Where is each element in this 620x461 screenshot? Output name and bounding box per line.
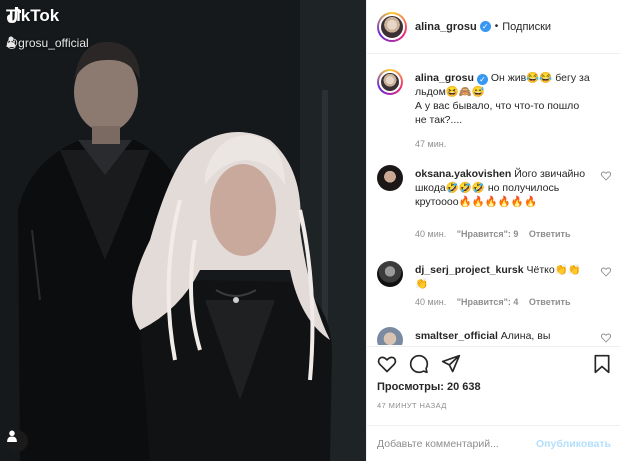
comments-list[interactable]: alina_grosu ✓ Он жив😂😂 бегу за льдом😆🙈😅 А… (367, 55, 620, 345)
video-frame (0, 0, 366, 461)
comment-item: oksana.yakovishen Його звичайно шкода🤣🤣🤣… (377, 165, 613, 245)
post-actions: Просмотры: 20 638 47 МИНУТ НАЗАД (367, 346, 620, 436)
post-media[interactable]: TikTok @grosu_official (0, 0, 366, 461)
avatar[interactable] (377, 11, 407, 42)
comment-username[interactable]: smaltser_official (415, 330, 498, 342)
verified-badge-icon: ✓ (476, 74, 488, 85)
comment-item: smaltser_official Алина, вы (377, 327, 613, 345)
heart-outline-icon[interactable] (601, 171, 611, 181)
following-button[interactable]: Подписки (502, 21, 551, 33)
comment-bubble-icon[interactable] (409, 354, 429, 374)
comment-body: Алина, вы (500, 330, 551, 342)
header-separator: • (494, 21, 499, 32)
post-header: alina_grosu ✓ • Подписки (367, 0, 620, 54)
header-username[interactable]: alina_grosu (415, 21, 477, 33)
caption-text: alina_grosu ✓ Он жив😂😂 бегу за льдом😆🙈😅 А… (415, 71, 591, 127)
comment-meta: 40 мин. "Нравится": 9 Ответить (415, 229, 578, 239)
comment-avatar[interactable] (377, 261, 403, 287)
comment-likes[interactable]: "Нравится": 9 (457, 229, 519, 239)
caption-meta: 47 мин. (415, 139, 454, 149)
comment-item: dj_serj_project_kursk Чётко👏👏👏 40 мин. "… (377, 261, 613, 321)
caption-username[interactable]: alina_grosu (415, 72, 474, 84)
publish-button[interactable]: Опубликовать (536, 438, 611, 450)
verified-badge-icon: ✓ (479, 21, 491, 32)
comment-username[interactable]: dj_serj_project_kursk (415, 264, 524, 276)
comment-time[interactable]: 40 мин. (415, 229, 446, 239)
reply-button[interactable]: Ответить (529, 229, 571, 239)
user-icon (6, 36, 16, 47)
save-bookmark-icon[interactable] (593, 354, 611, 374)
caption: alina_grosu ✓ Он жив😂😂 бегу за льдом😆🙈😅 А… (377, 69, 613, 159)
comment-input[interactable] (377, 437, 537, 450)
comment-avatar[interactable] (377, 327, 403, 345)
tiktok-watermark: TikTok (6, 6, 59, 26)
heart-outline-icon[interactable] (601, 333, 611, 343)
like-heart-icon[interactable] (377, 354, 397, 374)
reply-button[interactable]: Ответить (529, 297, 571, 307)
views-count[interactable]: Просмотры: 20 638 (377, 381, 481, 393)
tiktok-handle-text: @grosu_official (6, 36, 89, 50)
caption-time[interactable]: 47 мин. (415, 139, 446, 149)
tiktok-handle: @grosu_official (6, 36, 89, 50)
tagged-users-icon[interactable] (6, 430, 28, 452)
post-sidebar: alina_grosu ✓ • Подписки alina_grosu ✓ Он… (366, 0, 620, 461)
comment-text: smaltser_official Алина, вы (415, 329, 591, 343)
add-comment-bar: Опубликовать (367, 425, 620, 461)
caption-avatar[interactable] (377, 69, 403, 95)
caption-line2: А у вас бывало, что что-то пошло не так?… (415, 100, 580, 126)
comment-meta: 40 мин. "Нравится": 4 Ответить (415, 297, 578, 307)
comment-time[interactable]: 40 мин. (415, 297, 446, 307)
share-paper-plane-icon[interactable] (441, 354, 461, 374)
heart-outline-icon[interactable] (601, 267, 611, 277)
tiktok-logo-icon (7, 7, 21, 23)
comment-text: oksana.yakovishen Його звичайно шкода🤣🤣🤣… (415, 167, 591, 209)
comment-likes[interactable]: "Нравится": 4 (457, 297, 519, 307)
post-timestamp[interactable]: 47 МИНУТ НАЗАД (377, 401, 447, 410)
comment-text: dj_serj_project_kursk Чётко👏👏👏 (415, 263, 591, 291)
comment-avatar[interactable] (377, 165, 403, 191)
comment-username[interactable]: oksana.yakovishen (415, 168, 511, 180)
